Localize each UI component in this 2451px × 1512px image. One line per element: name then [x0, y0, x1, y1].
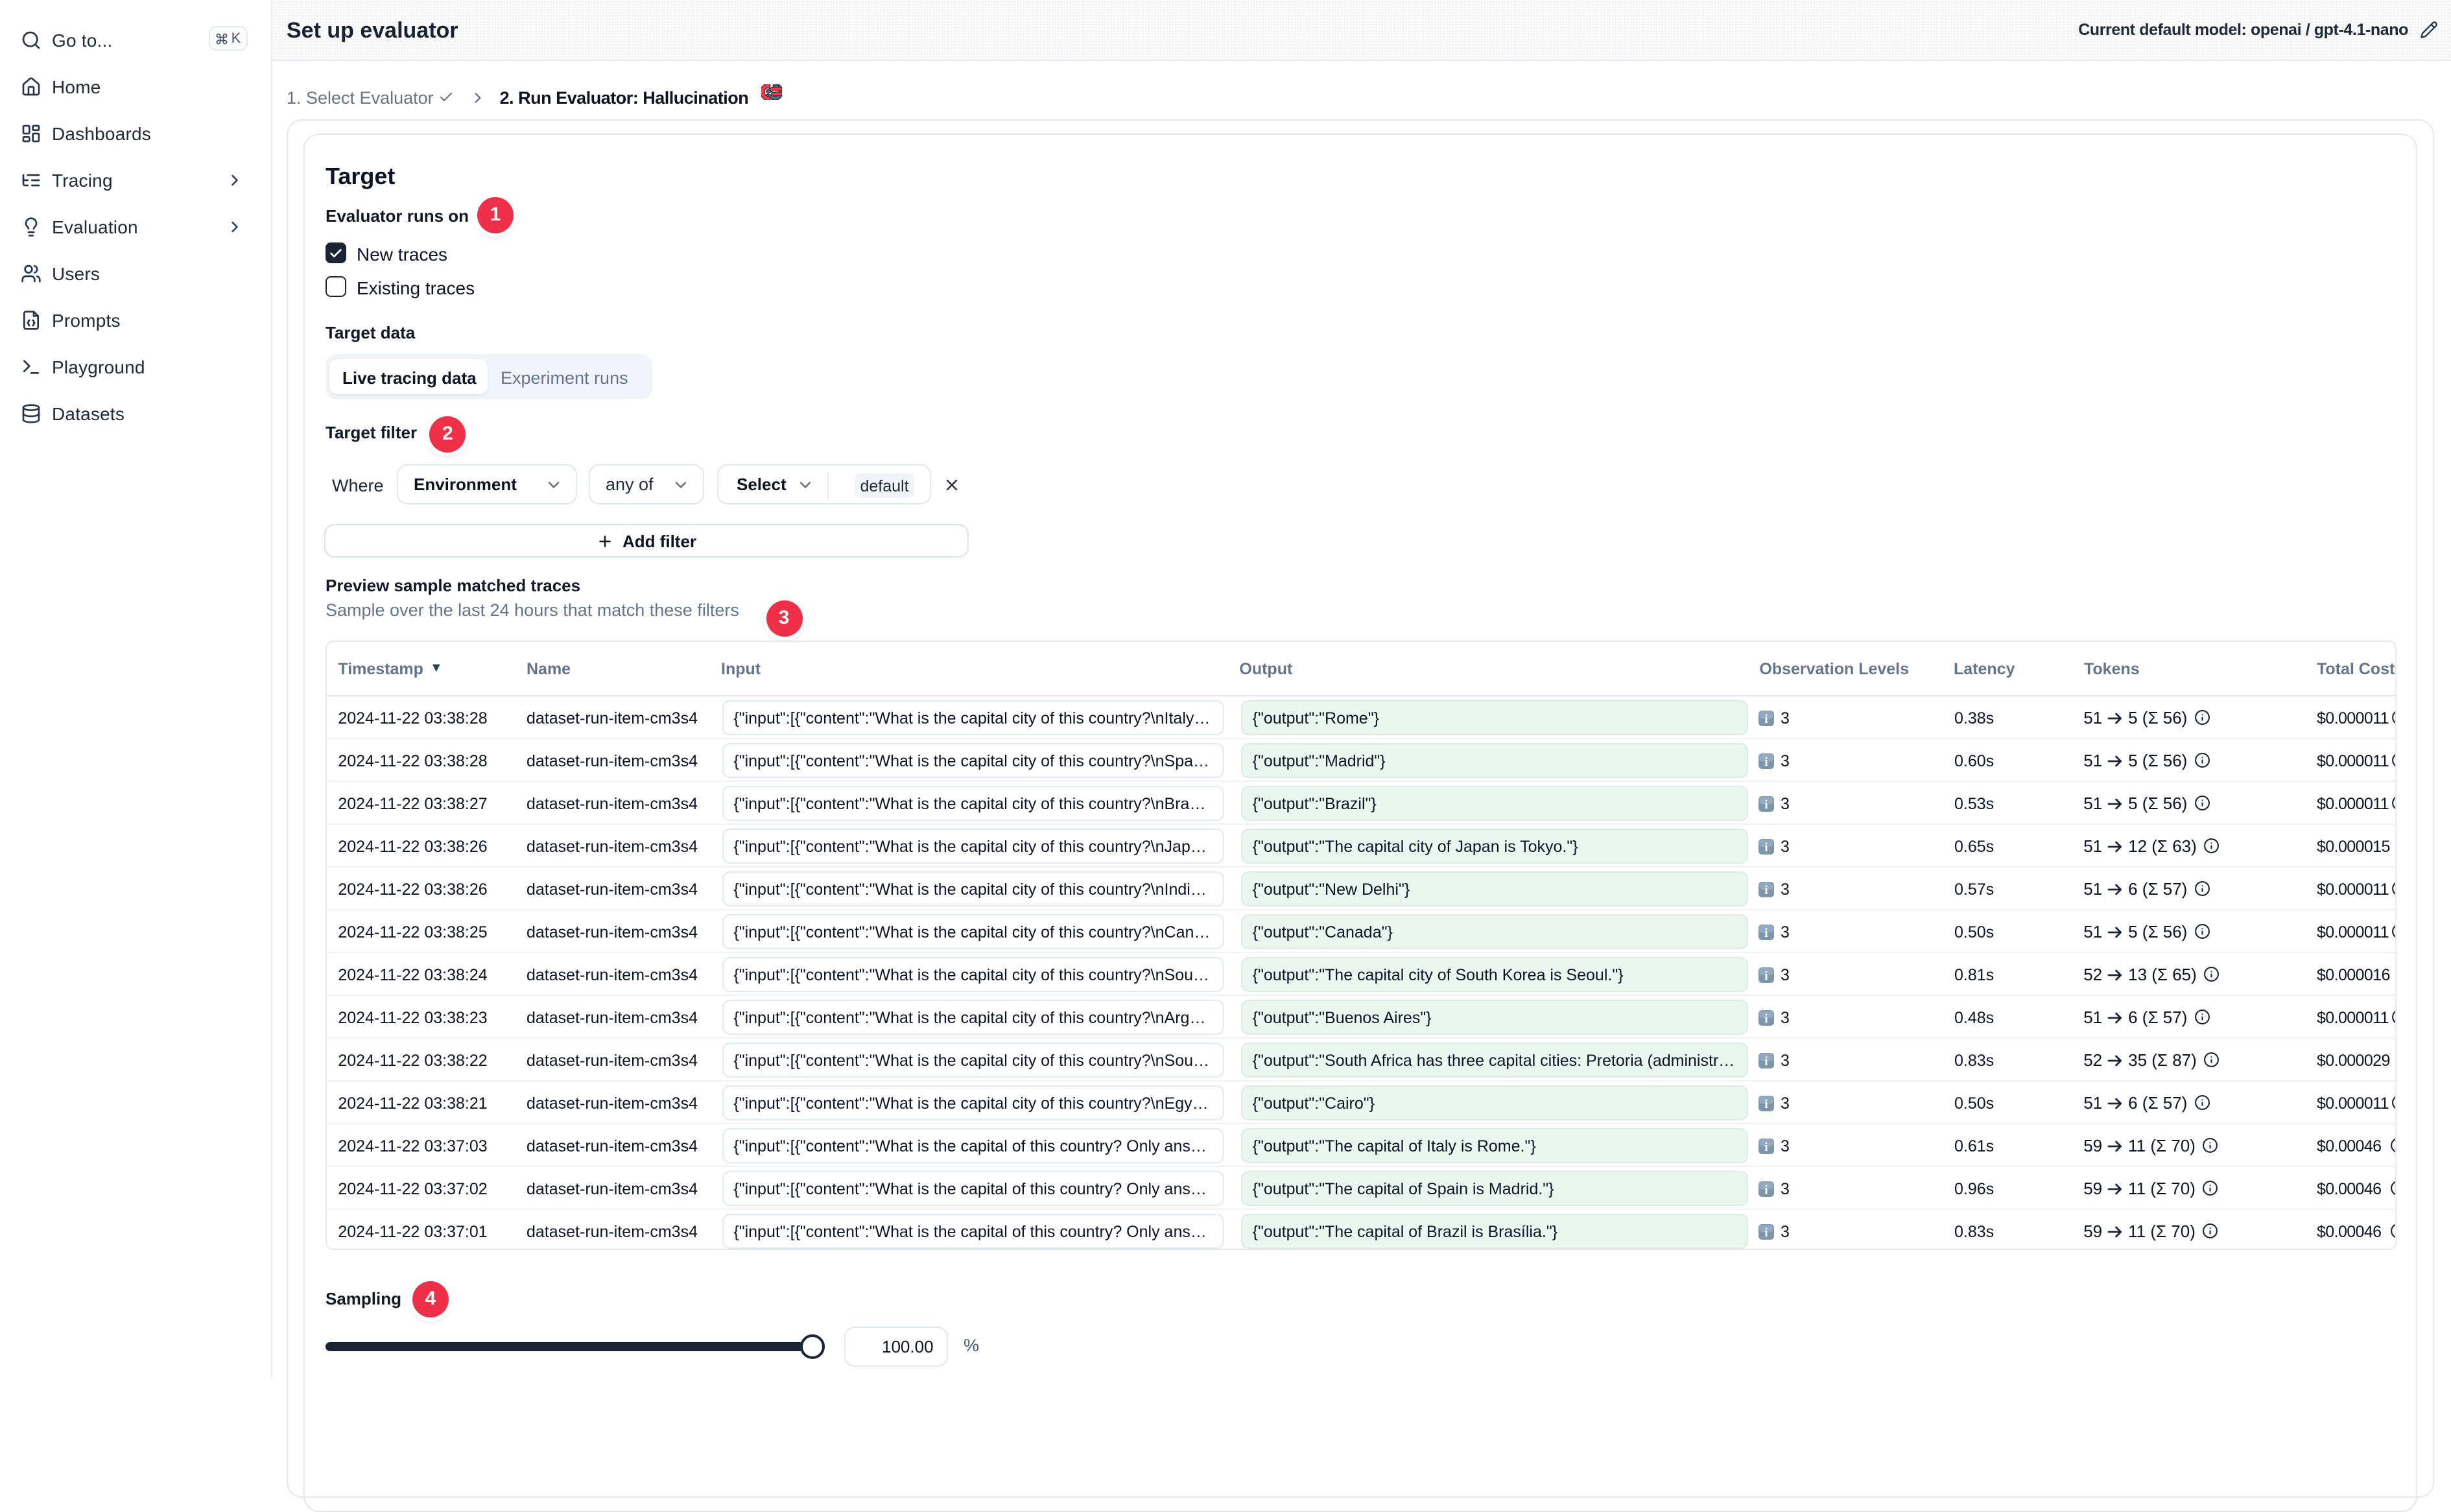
svg-text:i: i — [1764, 969, 1768, 982]
svg-text:i: i — [1764, 1140, 1768, 1153]
svg-text:i: i — [1764, 840, 1768, 853]
svg-text:i: i — [1764, 712, 1768, 725]
svg-text:i: i — [1764, 1011, 1768, 1024]
svg-text:i: i — [1764, 1054, 1768, 1067]
svg-text:i: i — [1764, 797, 1768, 810]
svg-text:i: i — [1764, 1183, 1768, 1196]
svg-text:i: i — [1764, 1225, 1768, 1238]
svg-text:i: i — [1764, 926, 1768, 939]
svg-text:i: i — [1764, 755, 1768, 768]
svg-text:i: i — [1764, 883, 1768, 896]
svg-text:i: i — [1764, 1097, 1768, 1110]
